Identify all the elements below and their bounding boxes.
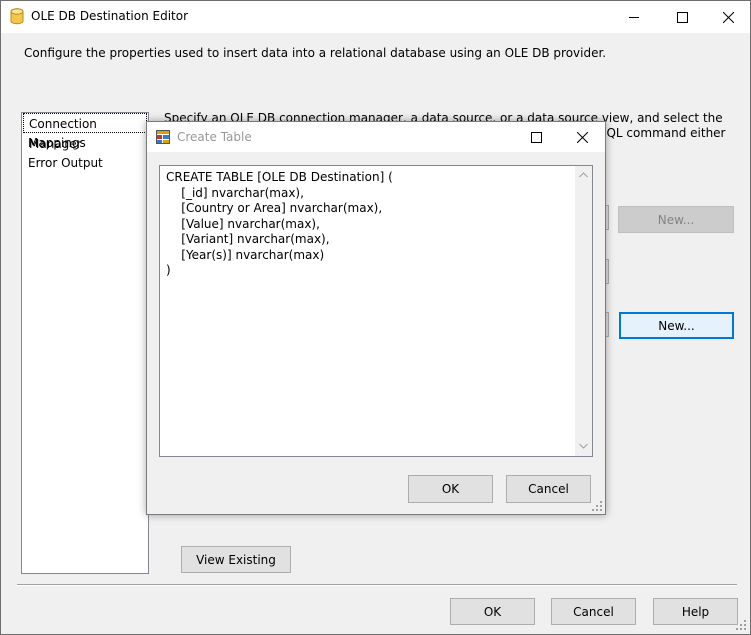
sql-statement-textbox[interactable]: CREATE TABLE [OLE DB Destination] ( [_id…: [159, 165, 593, 457]
minimize-icon: [629, 17, 639, 18]
title-bar: OLE DB Destination Editor: [1, 1, 750, 33]
new-data-source-button[interactable]: New...: [618, 206, 734, 233]
close-icon: [576, 131, 588, 143]
resize-grip[interactable]: [734, 618, 748, 632]
dialog-title-bar: Create Table: [147, 122, 605, 152]
close-icon: [722, 11, 734, 23]
separator-highlight: [17, 585, 737, 586]
dialog-cancel-button[interactable]: Cancel: [506, 475, 591, 503]
close-button[interactable]: [705, 1, 751, 33]
window-title: OLE DB Destination Editor: [31, 9, 189, 23]
create-table-dialog: Create Table CREATE TABLE [OLE DB Destin…: [146, 121, 606, 515]
page-list: Connection Manager Mappings Error Output: [21, 112, 149, 574]
maximize-icon: [676, 11, 688, 23]
new-table-button[interactable]: New...: [619, 312, 734, 339]
dialog-maximize-button[interactable]: [513, 122, 559, 152]
nav-item-error-output[interactable]: Error Output: [23, 153, 147, 173]
help-button[interactable]: Help: [653, 598, 738, 625]
create-table-sql: CREATE TABLE [OLE DB Destination] ( [_id…: [166, 170, 393, 277]
vertical-scrollbar[interactable]: [575, 166, 592, 456]
chevron-down-icon[interactable]: [579, 443, 588, 449]
database-cylinder-icon: [10, 8, 24, 25]
view-existing-button[interactable]: View Existing: [181, 546, 291, 573]
table-icon: [156, 130, 170, 144]
dialog-close-button[interactable]: [559, 122, 605, 152]
ok-button[interactable]: OK: [450, 598, 535, 625]
chevron-up-icon[interactable]: [579, 172, 588, 178]
minimize-button[interactable]: [611, 1, 657, 33]
nav-item-mappings[interactable]: Mappings: [23, 133, 147, 153]
dialog-title: Create Table: [177, 130, 252, 144]
maximize-icon: [530, 131, 542, 143]
nav-item-connection-manager[interactable]: Connection Manager: [23, 113, 147, 151]
maximize-button[interactable]: [659, 1, 705, 33]
editor-description: Configure the properties used to insert …: [24, 46, 607, 60]
dialog-ok-button[interactable]: OK: [408, 475, 493, 503]
dialog-resize-grip[interactable]: [592, 501, 604, 513]
cancel-button[interactable]: Cancel: [551, 598, 636, 625]
